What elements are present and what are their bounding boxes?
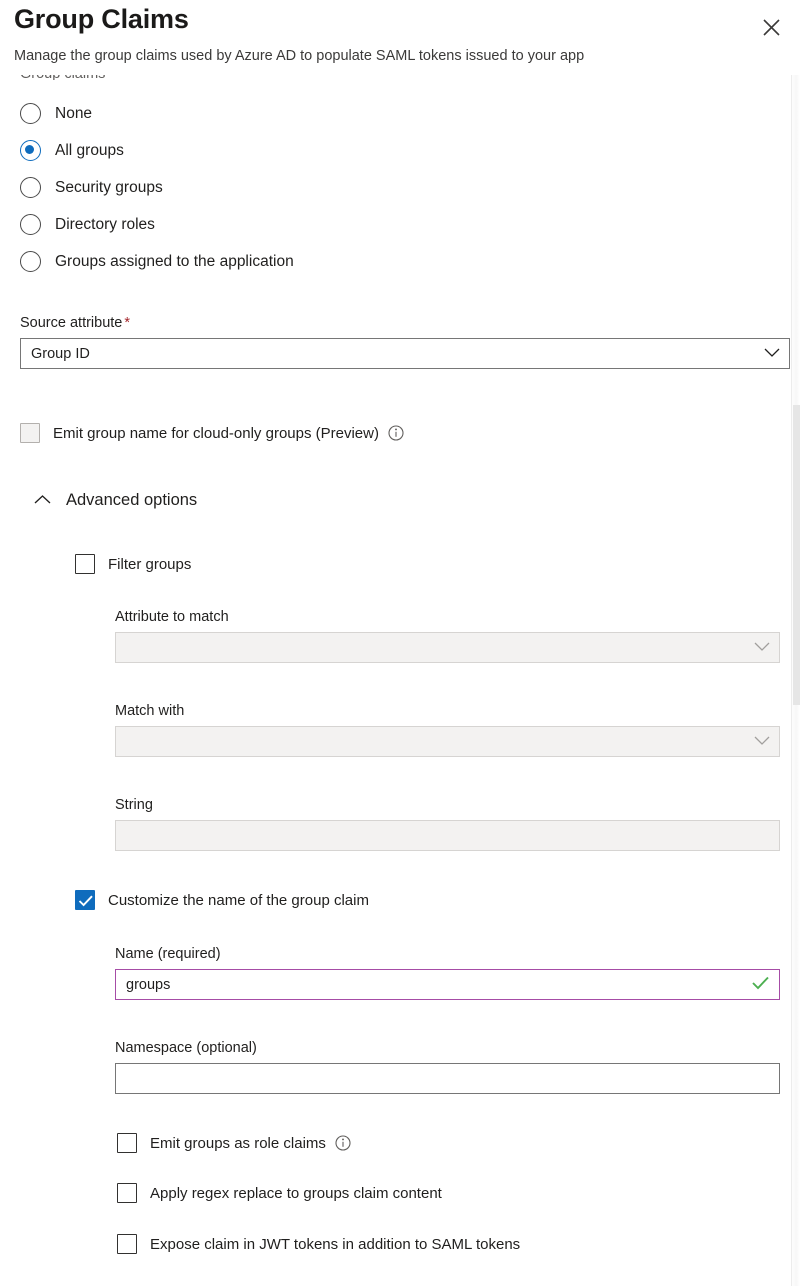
string-field: String — [115, 797, 780, 851]
customize-name-row: Customize the name of the group claim — [75, 890, 369, 910]
group-claims-radio-group: None All groups Security groups Director… — [0, 95, 780, 280]
match-with-select[interactable] — [115, 726, 780, 757]
vertical-scrollbar[interactable] — [791, 75, 800, 1286]
emit-groups-role-claims-label: Emit groups as role claims — [150, 1135, 326, 1152]
emit-group-name-label: Emit group name for cloud-only groups (P… — [53, 425, 379, 442]
radio-label-groups-assigned: Groups assigned to the application — [55, 253, 294, 271]
filter-groups-checkbox-mark — [75, 554, 95, 574]
emit-groups-role-claims-checkbox[interactable]: Emit groups as role claims — [117, 1133, 351, 1153]
apply-regex-replace-checkbox-mark — [117, 1183, 137, 1203]
info-icon[interactable] — [335, 1135, 351, 1151]
radio-option-none[interactable]: None — [0, 95, 780, 132]
advanced-options-label: Advanced options — [66, 491, 197, 510]
match-with-label: Match with — [115, 703, 780, 719]
radio-mark-all-groups — [20, 140, 41, 161]
radio-label-all-groups: All groups — [55, 142, 124, 160]
chevron-down-icon — [754, 640, 770, 656]
customize-name-checkbox[interactable]: Customize the name of the group claim — [75, 890, 369, 910]
namespace-field: Namespace (optional) — [115, 1040, 780, 1094]
radio-label-security-groups: Security groups — [55, 179, 163, 197]
radio-mark-none — [20, 103, 41, 124]
chevron-down-icon — [754, 734, 770, 750]
namespace-input[interactable] — [115, 1063, 780, 1094]
radio-option-groups-assigned[interactable]: Groups assigned to the application — [0, 243, 780, 280]
filter-groups-label: Filter groups — [108, 556, 191, 573]
name-field-label: Name (required) — [115, 946, 780, 962]
panel-scroll-region: Group claims None All groups Security gr… — [0, 75, 800, 1286]
radio-mark-groups-assigned — [20, 251, 41, 272]
radio-option-security-groups[interactable]: Security groups — [0, 169, 780, 206]
string-field-label: String — [115, 797, 780, 813]
page-subtitle: Manage the group claims used by Azure AD… — [14, 48, 584, 64]
close-icon[interactable] — [754, 10, 788, 44]
chevron-down-icon — [764, 346, 780, 362]
emit-group-name-checkbox-mark — [20, 423, 40, 443]
expose-claim-jwt-checkbox-mark — [117, 1234, 137, 1254]
source-attribute-field: Source attribute* Group ID — [20, 315, 790, 369]
source-attribute-select[interactable]: Group ID — [20, 338, 790, 369]
radio-mark-directory-roles — [20, 214, 41, 235]
radio-option-all-groups[interactable]: All groups — [0, 132, 780, 169]
radio-mark-security-groups — [20, 177, 41, 198]
advanced-options-section: Advanced options — [0, 485, 197, 515]
page-title: Group Claims — [14, 4, 189, 35]
attribute-to-match-label: Attribute to match — [115, 609, 780, 625]
source-attribute-label: Source attribute* — [20, 315, 790, 331]
emit-groups-role-claims-row: Emit groups as role claims — [117, 1133, 351, 1153]
apply-regex-replace-label: Apply regex replace to groups claim cont… — [150, 1185, 442, 1202]
required-marker: * — [124, 315, 130, 331]
info-icon[interactable] — [388, 425, 404, 441]
name-field: Name (required) groups — [115, 946, 780, 1000]
filter-groups-checkbox[interactable]: Filter groups — [75, 554, 191, 574]
apply-regex-replace-checkbox[interactable]: Apply regex replace to groups claim cont… — [117, 1183, 442, 1203]
string-input[interactable] — [115, 820, 780, 851]
name-input-value: groups — [126, 977, 170, 993]
emit-groups-role-claims-checkbox-mark — [117, 1133, 137, 1153]
name-input[interactable]: groups — [115, 969, 780, 1000]
expose-claim-jwt-label: Expose claim in JWT tokens in addition t… — [150, 1236, 520, 1253]
radio-option-directory-roles[interactable]: Directory roles — [0, 206, 780, 243]
attribute-to-match-select[interactable] — [115, 632, 780, 663]
source-attribute-label-text: Source attribute — [20, 315, 122, 331]
emit-group-name-checkbox[interactable]: Emit group name for cloud-only groups (P… — [20, 423, 404, 443]
customize-name-checkbox-mark — [75, 890, 95, 910]
customize-name-label: Customize the name of the group claim — [108, 892, 369, 909]
checkmark-icon — [752, 976, 769, 994]
namespace-field-label: Namespace (optional) — [115, 1040, 780, 1056]
apply-regex-replace-row: Apply regex replace to groups claim cont… — [117, 1183, 442, 1203]
attribute-to-match-field: Attribute to match — [115, 609, 780, 663]
emit-group-name-row: Emit group name for cloud-only groups (P… — [20, 423, 404, 443]
match-with-field: Match with — [115, 703, 780, 757]
panel-header: Group Claims Manage the group claims use… — [0, 0, 800, 75]
source-attribute-value: Group ID — [31, 346, 90, 362]
chevron-up-icon — [34, 492, 50, 508]
radio-label-none: None — [55, 105, 92, 123]
radio-label-directory-roles: Directory roles — [55, 216, 155, 234]
expose-claim-jwt-checkbox[interactable]: Expose claim in JWT tokens in addition t… — [117, 1234, 520, 1254]
advanced-options-toggle[interactable]: Advanced options — [0, 485, 197, 515]
clipped-section-label: Group claims — [20, 75, 105, 80]
filter-groups-row: Filter groups — [75, 554, 191, 574]
scrollbar-thumb[interactable] — [793, 405, 800, 705]
expose-claim-jwt-row: Expose claim in JWT tokens in addition t… — [117, 1234, 520, 1254]
group-claims-panel: Group Claims Manage the group claims use… — [0, 0, 800, 1286]
